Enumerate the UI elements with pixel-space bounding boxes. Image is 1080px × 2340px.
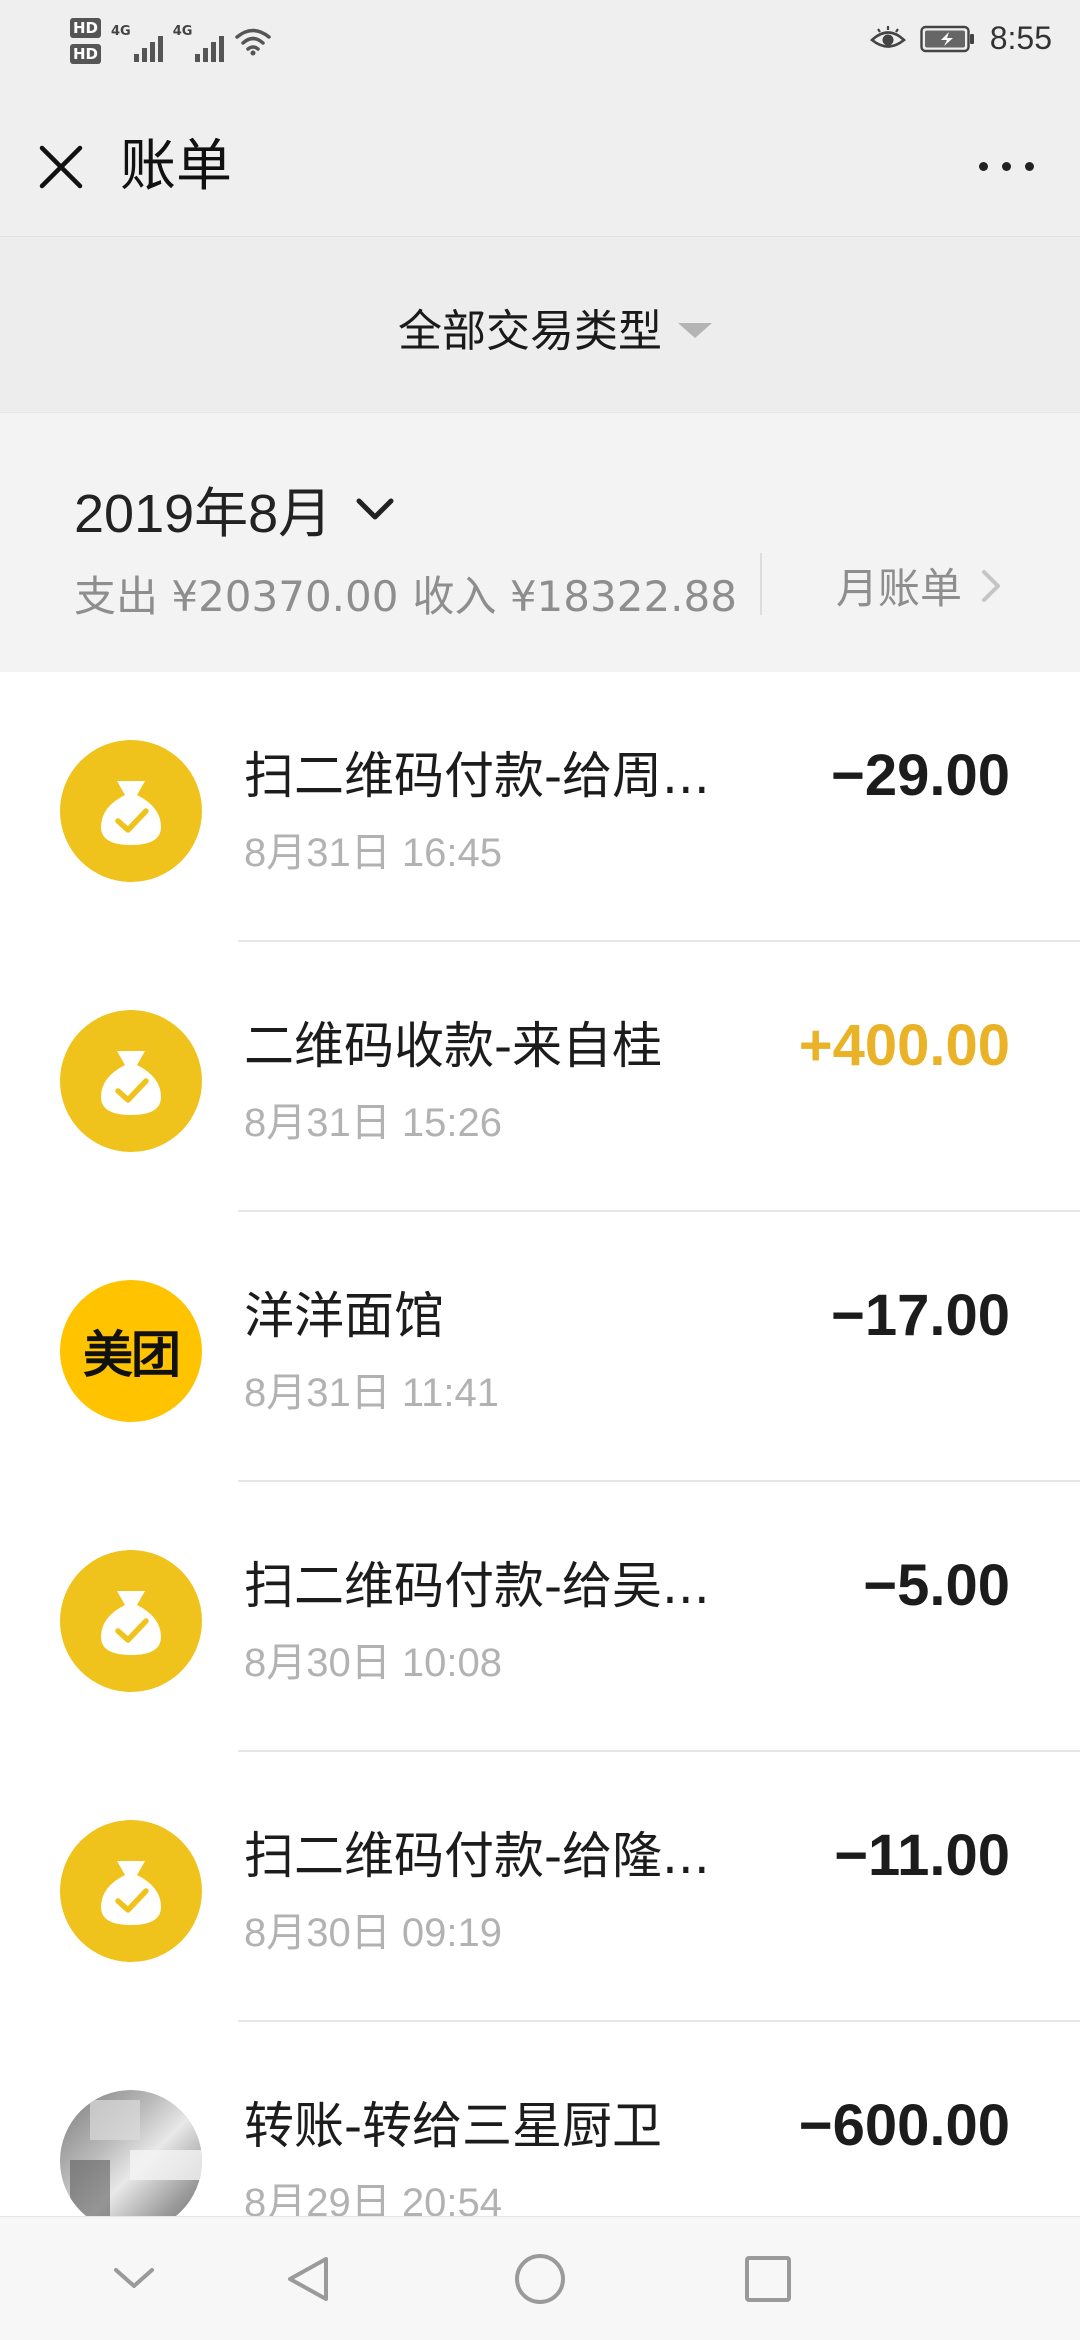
home-icon	[515, 2254, 565, 2304]
status-left: HD HD 4G 4G	[70, 18, 272, 64]
back-button[interactable]	[276, 2247, 340, 2311]
title-bar: 账单	[0, 96, 1080, 236]
transaction-row[interactable]: 美团 洋洋面馆 8月31日 11:41 −17.00	[0, 1212, 1080, 1482]
transaction-row[interactable]: 扫二维码付款-给周... 8月31日 16:45 −29.00	[0, 672, 1080, 942]
transaction-title: 扫二维码付款-给吴...	[244, 1557, 710, 1615]
money-bag-icon	[60, 740, 202, 882]
signal-icon: 4G	[111, 18, 163, 62]
page-title: 账单	[120, 134, 232, 199]
caret-down-icon	[678, 322, 712, 338]
transaction-list: 扫二维码付款-给周... 8月31日 16:45 −29.00 二维码收款-来自…	[0, 672, 1080, 2216]
transaction-title: 洋洋面馆	[244, 1287, 444, 1345]
hd2-badge: HD	[70, 44, 102, 64]
expense-total: 支出 ¥20370.00	[74, 572, 399, 621]
transaction-amount: −17.00	[830, 1283, 1010, 1348]
filter-bar: 全部交易类型	[0, 236, 1080, 412]
transaction-row[interactable]: 扫二维码付款-给吴... 8月30日 10:08 −5.00	[0, 1482, 1080, 1752]
transaction-amount: +400.00	[798, 1013, 1010, 1078]
money-bag-icon	[60, 1010, 202, 1152]
transaction-time: 8月31日 11:41	[244, 1371, 499, 1415]
monthly-bill-label: 月账单	[836, 564, 963, 613]
network-type-2: 4G	[172, 24, 193, 39]
month-totals: 支出 ¥20370.00 收入 ¥18322.88	[74, 563, 751, 624]
transaction-title: 转账-转给三星厨卫	[244, 2097, 663, 2155]
more-icon	[978, 161, 988, 171]
wifi-icon	[235, 28, 272, 56]
transaction-time: 8月30日 09:19	[244, 1911, 502, 1955]
hd-indicators: HD HD	[70, 18, 102, 64]
transaction-time: 8月29日 20:54	[244, 2181, 502, 2216]
chevron-right-icon	[982, 569, 1001, 602]
chevron-down-icon	[356, 498, 394, 519]
transaction-amount: −600.00	[798, 2093, 1010, 2158]
transaction-row[interactable]: 转账-转给三星厨卫 8月29日 20:54 −600.00	[0, 2022, 1080, 2216]
meituan-logo: 美团	[60, 1280, 202, 1422]
signal-icon-2: 4G	[173, 18, 225, 62]
eye-icon	[869, 25, 906, 48]
monthly-bill-link[interactable]: 月账单	[836, 555, 1002, 616]
status-right: 8:55	[869, 20, 1052, 57]
transaction-row[interactable]: 二维码收款-来自桂 8月31日 15:26 +400.00	[0, 942, 1080, 1212]
home-button[interactable]	[508, 2247, 572, 2311]
transaction-title: 扫二维码付款-给周...	[244, 747, 710, 805]
collapse-icon	[114, 2268, 154, 2288]
month-summary: 2019年8月 支出 ¥20370.00 收入 ¥18322.88 月账单	[0, 412, 1080, 672]
collapse-button[interactable]	[102, 2247, 166, 2311]
close-button[interactable]	[28, 134, 94, 200]
transaction-time: 8月31日 16:45	[244, 831, 502, 875]
money-bag-icon	[60, 1550, 202, 1692]
transaction-type-filter[interactable]: 全部交易类型	[398, 287, 712, 367]
recents-icon	[745, 2256, 791, 2302]
more-button[interactable]	[966, 136, 1046, 196]
close-icon	[39, 145, 83, 189]
status-bar: HD HD 4G 4G 8:55	[0, 0, 1080, 96]
month-selector[interactable]: 2019年8月	[74, 469, 396, 548]
transaction-amount: −11.00	[834, 1823, 1010, 1888]
photo-avatar	[60, 2090, 202, 2216]
transaction-amount: −5.00	[863, 1553, 1010, 1618]
battery-icon	[920, 25, 974, 52]
meituan-logo-text: 美团	[83, 1326, 181, 1384]
clock: 8:55	[989, 20, 1052, 56]
system-nav-bar	[0, 2216, 1080, 2340]
money-bag-icon	[60, 1820, 202, 1962]
transaction-row[interactable]: 扫二维码付款-给隆... 8月30日 09:19 −11.00	[0, 1752, 1080, 2022]
income-total: 收入 ¥18322.88	[412, 572, 737, 621]
filter-label: 全部交易类型	[398, 306, 662, 357]
month-label: 2019年8月	[74, 484, 333, 544]
back-icon	[288, 2257, 328, 2301]
transaction-time: 8月30日 10:08	[244, 1641, 502, 1685]
hd1-badge: HD	[70, 18, 102, 38]
recents-button[interactable]	[736, 2247, 800, 2311]
transaction-time: 8月31日 15:26	[244, 1101, 502, 1145]
network-type-1: 4G	[111, 24, 131, 39]
transaction-title: 扫二维码付款-给隆...	[244, 1827, 710, 1885]
transaction-title: 二维码收款-来自桂	[244, 1017, 663, 1075]
divider	[760, 553, 762, 615]
transaction-amount: −29.00	[830, 743, 1010, 808]
